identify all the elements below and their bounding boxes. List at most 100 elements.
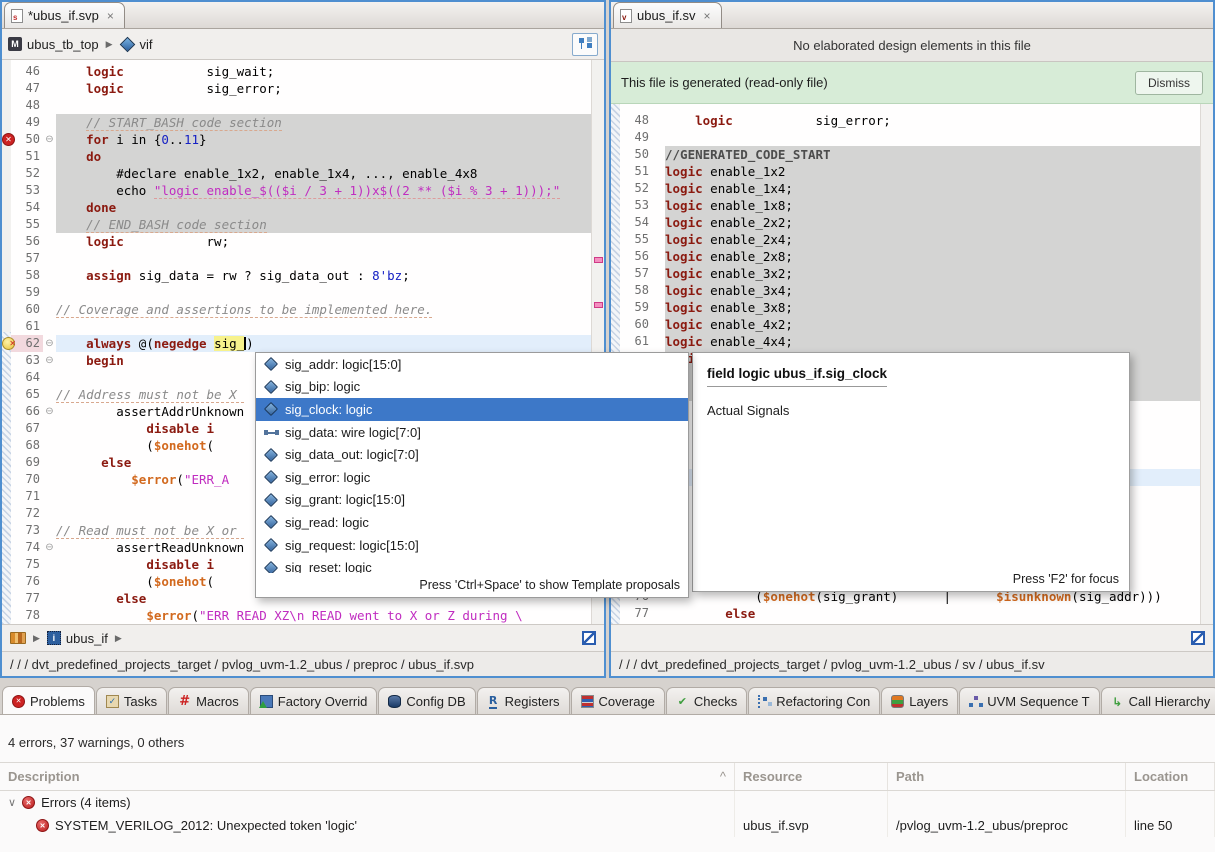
proposal-item[interactable]: sig_error: logic bbox=[256, 466, 688, 489]
hierarchy-button[interactable] bbox=[572, 33, 598, 56]
code-line[interactable]: 53 echo "logic enable_$(($i / 3 + 1))x$(… bbox=[2, 182, 591, 199]
code-line[interactable]: 47 logic sig_error; bbox=[2, 80, 591, 97]
code-line[interactable]: 59 bbox=[2, 284, 591, 301]
code-line[interactable]: 56logic enable_2x8; bbox=[611, 248, 1200, 265]
code-text[interactable]: logic enable_3x8; bbox=[665, 299, 1200, 316]
code-line[interactable]: 55 // END_BASH code section bbox=[2, 216, 591, 233]
code-line[interactable]: 56 logic rw; bbox=[2, 233, 591, 250]
proposal-item[interactable]: sig_reset: logic bbox=[256, 556, 688, 573]
maximize-icon[interactable] bbox=[582, 631, 596, 645]
maximize-icon[interactable] bbox=[1191, 631, 1205, 645]
view-tab-uvmseq[interactable]: UVM Sequence T bbox=[959, 687, 1099, 715]
code-text[interactable]: logic enable_1x4; bbox=[665, 180, 1200, 197]
tab-ubus-if-sv[interactable]: ubus_if.sv × bbox=[613, 2, 722, 28]
code-text[interactable] bbox=[665, 129, 1200, 146]
tab-close-icon[interactable]: × bbox=[107, 9, 114, 23]
code-line[interactable]: 61 bbox=[2, 318, 591, 335]
code-line[interactable]: 61logic enable_4x4; bbox=[611, 333, 1200, 350]
code-line[interactable]: 54 done bbox=[2, 199, 591, 216]
column-description[interactable]: Description ^ bbox=[0, 763, 735, 790]
errors-group-row[interactable]: ∨ Errors (4 items) bbox=[0, 791, 1215, 814]
code-line[interactable]: 52 #declare enable_1x2, enable_1x4, ...,… bbox=[2, 165, 591, 182]
view-tab-problems[interactable]: Problems bbox=[2, 686, 95, 715]
code-text[interactable]: logic enable_1x8; bbox=[665, 197, 1200, 214]
column-location[interactable]: Location bbox=[1126, 763, 1215, 790]
proposal-item[interactable]: sig_grant: logic[15:0] bbox=[256, 489, 688, 512]
library-icon[interactable] bbox=[10, 632, 26, 644]
code-line[interactable]: 77 else bbox=[611, 605, 1200, 622]
view-tab-registers[interactable]: Registers bbox=[477, 687, 570, 715]
view-tab-configdb[interactable]: Config DB bbox=[378, 687, 475, 715]
column-path[interactable]: Path bbox=[888, 763, 1126, 790]
view-tab-factory[interactable]: Factory Overrid bbox=[250, 687, 378, 715]
code-text[interactable]: assign sig_data = rw ? sig_data_out : 8'… bbox=[56, 267, 591, 284]
code-text[interactable]: logic enable_3x2; bbox=[665, 265, 1200, 282]
code-text[interactable] bbox=[56, 318, 591, 335]
occurrence-marker[interactable] bbox=[594, 302, 603, 308]
tab-close-icon[interactable]: × bbox=[704, 9, 711, 23]
breadcrumb-vif[interactable]: vif bbox=[120, 37, 153, 52]
code-line[interactable]: 78 $error("ERR READ XZ\n READ went to X … bbox=[2, 607, 591, 624]
code-text[interactable]: logic enable_4x2; bbox=[665, 316, 1200, 333]
code-line[interactable]: 59logic enable_3x8; bbox=[611, 299, 1200, 316]
code-line[interactable]: 60// Coverage and assertions to be imple… bbox=[2, 301, 591, 318]
code-text[interactable]: logic enable_2x2; bbox=[665, 214, 1200, 231]
code-line[interactable]: 58logic enable_3x4; bbox=[611, 282, 1200, 299]
code-line[interactable]: 57 bbox=[2, 250, 591, 267]
code-text[interactable]: echo "logic enable_$(($i / 3 + 1))x$((2 … bbox=[56, 182, 591, 199]
occurrence-marker[interactable] bbox=[594, 257, 603, 263]
code-text[interactable]: $error("ERR READ XZ\n READ went to X or … bbox=[56, 607, 591, 624]
breadcrumb-module[interactable]: M ubus_tb_top bbox=[8, 37, 99, 52]
code-line[interactable]: 48 logic sig_error; bbox=[611, 112, 1200, 129]
quickfix-bulb-icon[interactable] bbox=[2, 337, 15, 350]
code-text[interactable]: logic enable_3x4; bbox=[665, 282, 1200, 299]
code-text[interactable]: do bbox=[56, 148, 591, 165]
code-line[interactable]: 48 bbox=[2, 97, 591, 114]
proposal-item[interactable]: sig_request: logic[15:0] bbox=[256, 534, 688, 557]
collapse-chevron-icon[interactable]: ∨ bbox=[8, 796, 16, 809]
code-text[interactable]: logic enable_2x8; bbox=[665, 248, 1200, 265]
error-marker-icon[interactable] bbox=[2, 133, 15, 146]
view-tab-layers[interactable]: Layers bbox=[881, 687, 958, 715]
fold-marker-icon[interactable] bbox=[43, 131, 56, 148]
proposal-item[interactable]: sig_clock: logic bbox=[256, 398, 688, 421]
proposal-item[interactable]: sig_addr: logic[15:0] bbox=[256, 353, 688, 376]
code-text[interactable]: // START_BASH code section bbox=[56, 114, 591, 131]
code-text[interactable]: logic enable_2x4; bbox=[665, 231, 1200, 248]
proposal-item[interactable]: sig_read: logic bbox=[256, 511, 688, 534]
code-line[interactable]: 53logic enable_1x8; bbox=[611, 197, 1200, 214]
tab-ubus-if-svp[interactable]: *ubus_if.svp × bbox=[4, 2, 125, 28]
code-line[interactable]: 46 logic sig_wait; bbox=[2, 63, 591, 80]
code-text[interactable]: // END_BASH code section bbox=[56, 216, 591, 233]
fold-marker-icon[interactable] bbox=[43, 403, 56, 420]
breadcrumb-ubus-if[interactable]: i ubus_if bbox=[47, 631, 108, 646]
code-line[interactable]: 49 bbox=[611, 129, 1200, 146]
code-text[interactable]: always @(negedge sig_) bbox=[56, 335, 591, 352]
code-line[interactable]: 52logic enable_1x4; bbox=[611, 180, 1200, 197]
code-text[interactable]: logic enable_4x4; bbox=[665, 333, 1200, 350]
proposal-item[interactable]: sig_data: wire logic[7:0] bbox=[256, 421, 688, 444]
code-line[interactable]: 51 do bbox=[2, 148, 591, 165]
code-text[interactable]: // Coverage and assertions to be impleme… bbox=[56, 301, 591, 318]
code-text[interactable]: else bbox=[665, 605, 1200, 622]
code-line[interactable]: 60logic enable_4x2; bbox=[611, 316, 1200, 333]
dismiss-button[interactable]: Dismiss bbox=[1135, 71, 1203, 95]
code-text[interactable]: #declare enable_1x2, enable_1x4, ..., en… bbox=[56, 165, 591, 182]
column-resource[interactable]: Resource bbox=[735, 763, 888, 790]
code-line[interactable]: 50//GENERATED_CODE_START bbox=[611, 146, 1200, 163]
code-text[interactable]: logic rw; bbox=[56, 233, 591, 250]
code-text[interactable]: logic sig_wait; bbox=[56, 63, 591, 80]
code-line[interactable]: 54logic enable_2x2; bbox=[611, 214, 1200, 231]
proposal-item[interactable]: sig_bip: logic bbox=[256, 376, 688, 399]
fold-marker-icon[interactable] bbox=[43, 335, 56, 352]
fold-marker-icon[interactable] bbox=[43, 352, 56, 369]
fold-marker-icon[interactable] bbox=[43, 539, 56, 556]
code-line[interactable]: 50 for i in {0..11} bbox=[2, 131, 591, 148]
code-line[interactable]: 51logic enable_1x2 bbox=[611, 163, 1200, 180]
code-line[interactable]: 49 // START_BASH code section bbox=[2, 114, 591, 131]
code-line[interactable]: 55logic enable_2x4; bbox=[611, 231, 1200, 248]
code-text[interactable] bbox=[56, 284, 591, 301]
view-tab-coverage[interactable]: Coverage bbox=[571, 687, 665, 715]
code-text[interactable]: for i in {0..11} bbox=[56, 131, 591, 148]
problem-row[interactable]: SYSTEM_VERILOG_2012: Unexpected token 'l… bbox=[0, 814, 1215, 837]
